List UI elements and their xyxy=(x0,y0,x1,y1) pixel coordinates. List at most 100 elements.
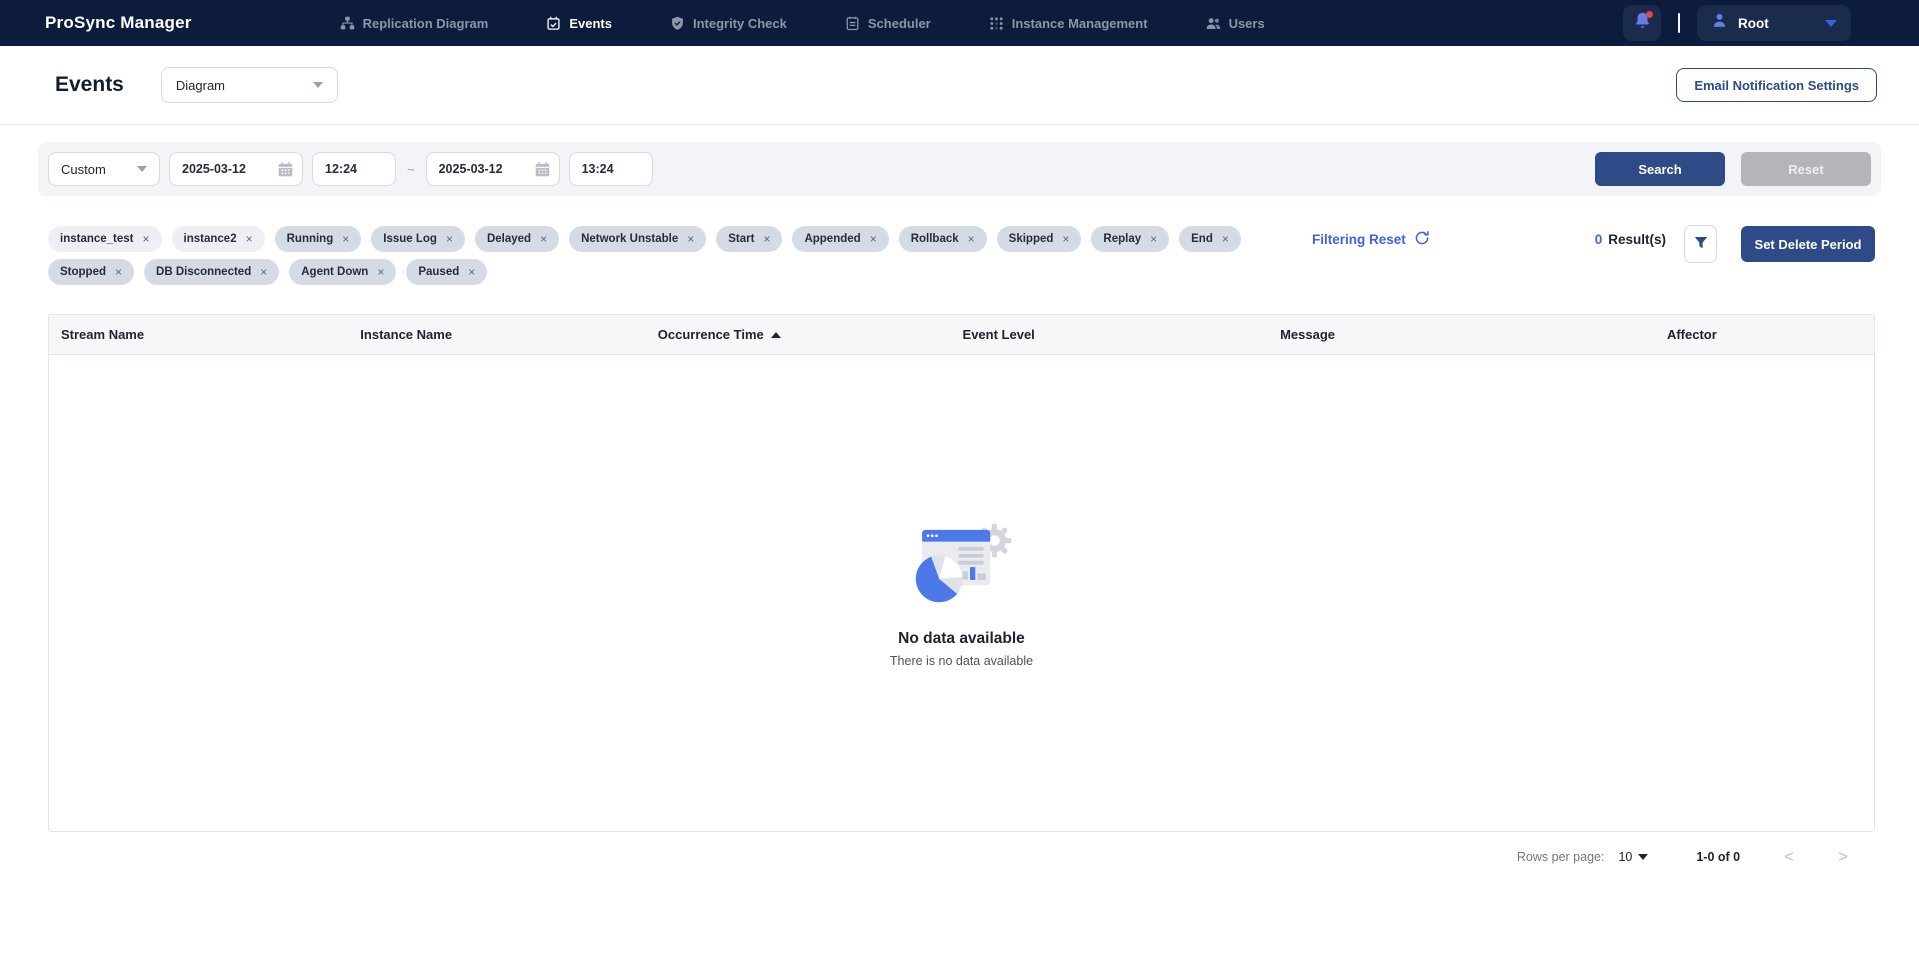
nav-item-instance-management[interactable]: Instance Management xyxy=(989,16,1148,31)
filter-chips-toolbar: instance_test× instance2× Running× Issue… xyxy=(48,226,1875,285)
chip-close-icon[interactable]: × xyxy=(377,266,384,278)
chip-close-icon[interactable]: × xyxy=(468,266,475,278)
filter-chip[interactable]: Issue Log× xyxy=(371,226,465,252)
sort-asc-icon xyxy=(771,332,781,338)
column-header-occurrence-time[interactable]: Occurrence Time xyxy=(646,327,951,342)
rows-per-page-label: Rows per page: xyxy=(1517,850,1605,864)
next-page-button[interactable]: > xyxy=(1838,848,1848,865)
chevron-down-icon xyxy=(137,166,147,172)
user-menu[interactable]: Root xyxy=(1697,5,1851,41)
nav-item-scheduler[interactable]: Scheduler xyxy=(845,16,931,31)
filter-chip[interactable]: Paused× xyxy=(406,259,487,285)
range-separator: ~ xyxy=(405,162,417,177)
chip-close-icon[interactable]: × xyxy=(143,233,150,245)
refresh-icon xyxy=(1414,230,1430,249)
filtering-reset-label: Filtering Reset xyxy=(1312,232,1406,247)
filter-chip[interactable]: Network Unstable× xyxy=(569,226,706,252)
filter-chip[interactable]: Stopped× xyxy=(48,259,134,285)
start-date-input[interactable] xyxy=(169,152,303,186)
chip-close-icon[interactable]: × xyxy=(260,266,267,278)
filter-chip[interactable]: End× xyxy=(1179,226,1241,252)
filter-chip[interactable]: instance2× xyxy=(172,226,265,252)
nav-divider xyxy=(1678,13,1680,33)
view-type-select[interactable]: Diagram xyxy=(161,67,338,103)
chip-close-icon[interactable]: × xyxy=(246,233,253,245)
chevron-down-icon xyxy=(313,82,323,88)
chip-close-icon[interactable]: × xyxy=(968,233,975,245)
pagination-bar: Rows per page: 10 1-0 of 0 < > xyxy=(0,848,1848,865)
main-nav: Replication Diagram Events Integrity Che… xyxy=(340,16,1265,31)
chip-close-icon[interactable]: × xyxy=(1150,233,1157,245)
filter-chip[interactable]: Replay× xyxy=(1091,226,1169,252)
rows-per-page-select[interactable]: 10 xyxy=(1618,850,1648,864)
column-header-message[interactable]: Message xyxy=(1268,327,1655,342)
nav-item-label: Events xyxy=(569,16,612,31)
end-time-input[interactable] xyxy=(569,152,653,186)
filter-chip[interactable]: DB Disconnected× xyxy=(144,259,279,285)
column-header-instance-name[interactable]: Instance Name xyxy=(348,327,645,342)
start-time-input[interactable] xyxy=(312,152,396,186)
app-title: ProSync Manager xyxy=(45,13,192,33)
previous-page-button[interactable]: < xyxy=(1784,848,1794,865)
start-date-wrapper xyxy=(169,152,303,186)
no-data-illustration xyxy=(903,519,1020,611)
filter-chip[interactable]: Agent Down× xyxy=(289,259,396,285)
page-range: 1-0 of 0 xyxy=(1696,850,1740,864)
result-count-number: 0 xyxy=(1595,232,1603,247)
calendar-check-icon xyxy=(546,16,561,31)
nav-item-replication-diagram[interactable]: Replication Diagram xyxy=(340,16,489,31)
clipboard-icon xyxy=(845,16,860,31)
email-notification-settings-button[interactable]: Email Notification Settings xyxy=(1676,68,1877,102)
chip-close-icon[interactable]: × xyxy=(687,233,694,245)
set-delete-period-button[interactable]: Set Delete Period xyxy=(1741,226,1875,262)
chip-close-icon[interactable]: × xyxy=(115,266,122,278)
users-icon xyxy=(1206,16,1221,31)
filter-chip[interactable]: Skipped× xyxy=(997,226,1082,252)
nav-item-events[interactable]: Events xyxy=(546,16,612,31)
rows-per-page-value: 10 xyxy=(1618,850,1632,864)
notification-badge xyxy=(1646,11,1653,18)
chip-close-icon[interactable]: × xyxy=(1222,233,1229,245)
column-header-stream-name[interactable]: Stream Name xyxy=(49,327,348,342)
filtering-reset-link[interactable]: Filtering Reset xyxy=(1312,230,1430,249)
filter-bar: Custom ~ Search Reset xyxy=(38,142,1881,196)
chip-close-icon[interactable]: × xyxy=(870,233,877,245)
filter-chip[interactable]: Appended× xyxy=(792,226,888,252)
nav-item-label: Users xyxy=(1229,16,1265,31)
end-date-input[interactable] xyxy=(426,152,560,186)
filter-funnel-button[interactable] xyxy=(1684,225,1717,263)
nav-item-label: Instance Management xyxy=(1012,16,1148,31)
notifications-button[interactable] xyxy=(1623,5,1661,41)
reset-button[interactable]: Reset xyxy=(1741,152,1871,186)
nav-right-group: Root xyxy=(1623,5,1851,41)
date-range-select[interactable]: Custom xyxy=(48,152,160,186)
chevron-down-icon xyxy=(1825,20,1837,27)
chevron-down-icon xyxy=(1638,854,1648,860)
filter-chip[interactable]: Rollback× xyxy=(899,226,987,252)
chip-close-icon[interactable]: × xyxy=(763,233,770,245)
column-header-affector[interactable]: Affector xyxy=(1655,327,1874,342)
funnel-icon xyxy=(1693,235,1709,254)
person-icon xyxy=(1711,12,1728,34)
top-navigation: ProSync Manager Replication Diagram Even… xyxy=(0,0,1919,46)
chip-close-icon[interactable]: × xyxy=(1062,233,1069,245)
result-count: 0 Result(s) xyxy=(1595,232,1666,247)
empty-state: No data available There is no data avail… xyxy=(890,519,1033,668)
page-header: Events Diagram Email Notification Settin… xyxy=(0,46,1919,125)
filter-chip[interactable]: Running× xyxy=(275,226,362,252)
nav-item-label: Integrity Check xyxy=(693,16,787,31)
chip-close-icon[interactable]: × xyxy=(342,233,349,245)
empty-state-title: No data available xyxy=(890,630,1033,648)
nav-item-integrity-check[interactable]: Integrity Check xyxy=(670,16,787,31)
filter-chip[interactable]: Delayed× xyxy=(475,226,559,252)
view-type-value: Diagram xyxy=(176,78,313,93)
filter-chip[interactable]: instance_test× xyxy=(48,226,162,252)
search-button[interactable]: Search xyxy=(1595,152,1725,186)
nav-item-users[interactable]: Users xyxy=(1206,16,1265,31)
column-header-event-level[interactable]: Event Level xyxy=(951,327,1269,342)
table-body: No data available There is no data avail… xyxy=(49,355,1874,831)
filter-chip[interactable]: Start× xyxy=(716,226,782,252)
chip-close-icon[interactable]: × xyxy=(540,233,547,245)
shield-check-icon xyxy=(670,16,685,31)
chip-close-icon[interactable]: × xyxy=(446,233,453,245)
